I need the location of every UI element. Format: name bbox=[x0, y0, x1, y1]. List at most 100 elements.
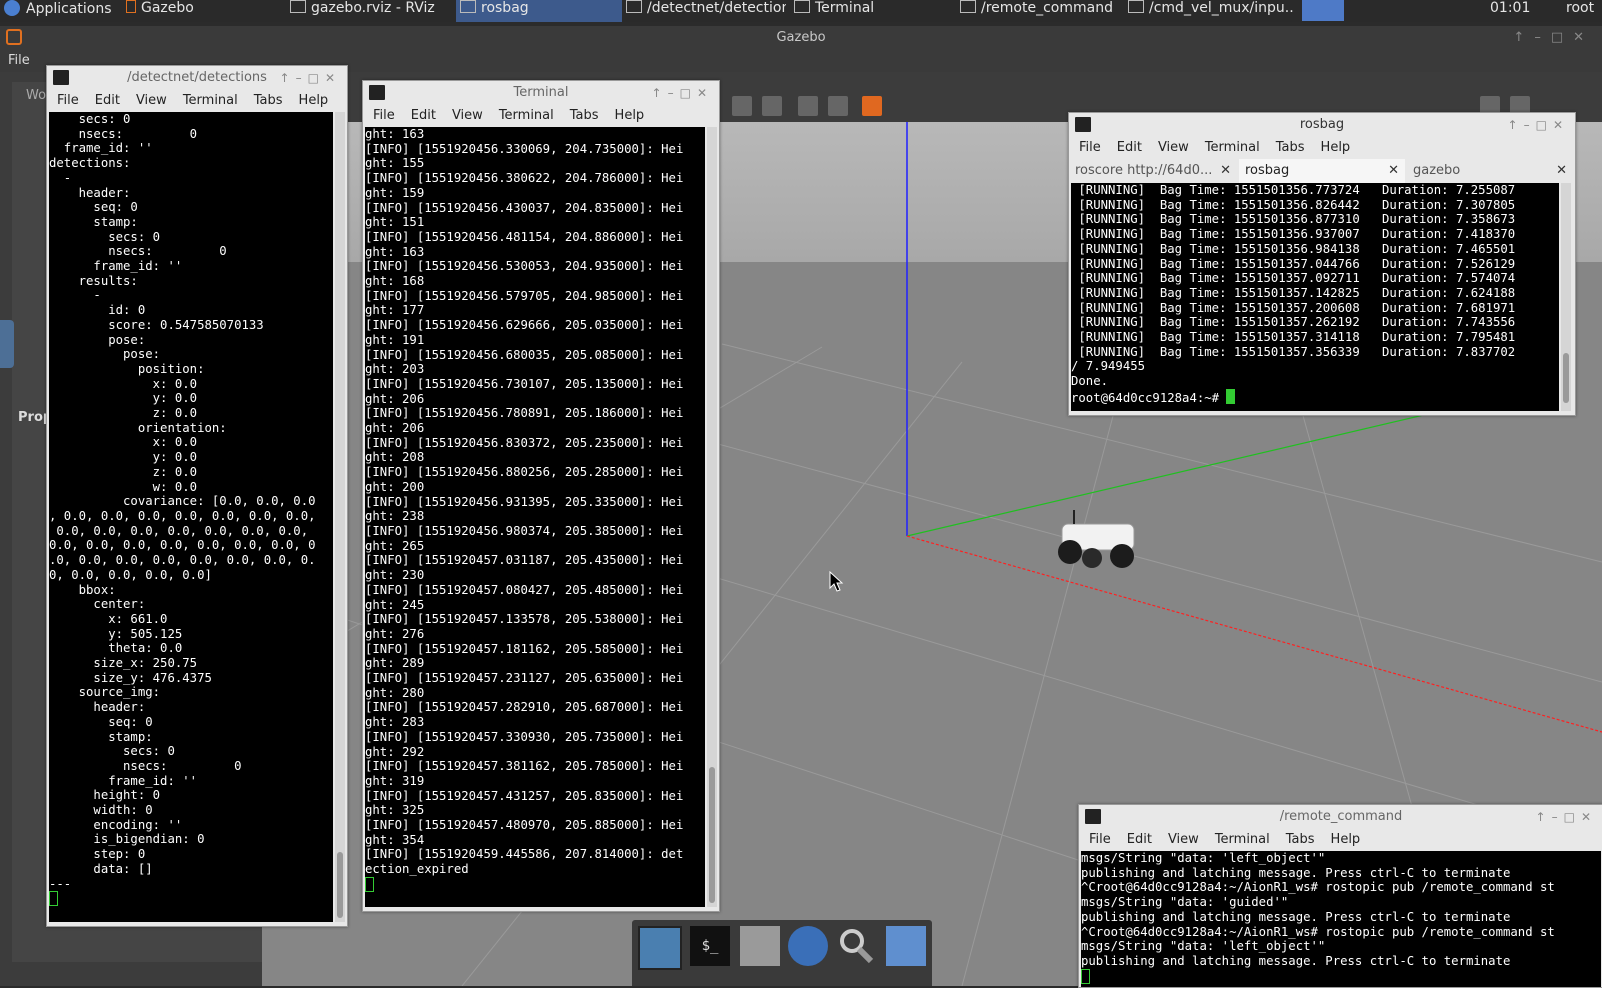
terminal-line: [INFO] [1551920457.080427, 205.485000]: … bbox=[365, 582, 684, 597]
workspace-switcher[interactable] bbox=[1302, 0, 1344, 21]
tab-rosbag[interactable]: rosbag ✕ bbox=[1239, 159, 1405, 183]
snap-icon[interactable] bbox=[828, 96, 848, 116]
menu-view[interactable]: View bbox=[452, 108, 483, 123]
menu-view[interactable]: View bbox=[136, 93, 167, 108]
menu-tabs[interactable]: Tabs bbox=[1286, 832, 1315, 847]
menu-edit[interactable]: Edit bbox=[1127, 832, 1152, 847]
window-controls[interactable]: ↑–□✕ bbox=[652, 81, 713, 105]
applications-menu[interactable]: Applications bbox=[4, 0, 114, 22]
menu-tabs[interactable]: Tabs bbox=[1276, 140, 1305, 155]
paste-icon[interactable] bbox=[762, 96, 782, 116]
close-icon[interactable]: ✕ bbox=[1220, 159, 1231, 183]
task-label: /cmd_vel_mux/inpu... bbox=[1149, 0, 1294, 16]
task-terminal[interactable]: Terminal bbox=[794, 0, 944, 22]
task-remote-command[interactable]: /remote_command bbox=[960, 0, 1120, 22]
menu-help[interactable]: Help bbox=[615, 108, 645, 123]
folder-icon[interactable] bbox=[886, 926, 926, 966]
menu-help[interactable]: Help bbox=[299, 93, 329, 108]
rviz-icon bbox=[290, 0, 306, 13]
show-desktop-icon[interactable] bbox=[638, 926, 682, 970]
menu-file[interactable]: File bbox=[1079, 140, 1101, 155]
window-controls[interactable]: ↑–□✕ bbox=[1508, 113, 1569, 137]
terminal-line: detections: bbox=[49, 156, 131, 171]
terminal-line: ght: 280 bbox=[365, 685, 425, 700]
terminal-icon bbox=[626, 0, 642, 13]
view-angle-icon[interactable] bbox=[862, 96, 882, 116]
terminal-line: ght: 177 bbox=[365, 303, 425, 318]
terminal-scrollbar[interactable] bbox=[707, 127, 717, 907]
terminal-line: ght: 245 bbox=[365, 597, 425, 612]
task-label: /remote_command bbox=[981, 0, 1113, 16]
menu-terminal[interactable]: Terminal bbox=[183, 93, 238, 108]
menu-view[interactable]: View bbox=[1158, 140, 1189, 155]
terminal-line: stamp: bbox=[49, 729, 153, 744]
detections-output[interactable]: secs: 0 nsecs: 0 frame_id: '' detections:… bbox=[49, 112, 333, 922]
terminal-line: [INFO] [1551920456.530053, 204.935000]: … bbox=[365, 259, 684, 274]
task-rosbag[interactable]: rosbag bbox=[456, 0, 622, 22]
terminal-line: x: 661.0 bbox=[49, 611, 168, 626]
menu-file[interactable]: File bbox=[8, 53, 30, 68]
terminal-line: 0.0, 0.0, 0.0, 0.0, 0.0, 0.0, 0.0, 0 bbox=[49, 538, 316, 553]
menu-help[interactable]: Help bbox=[1321, 140, 1351, 155]
task-gazebo[interactable]: Gazebo bbox=[126, 0, 276, 22]
menu-terminal[interactable]: Terminal bbox=[499, 108, 554, 123]
align-icon[interactable] bbox=[798, 96, 818, 116]
tab-roscore[interactable]: roscore http://64d0... ✕ bbox=[1069, 159, 1237, 183]
menu-edit[interactable]: Edit bbox=[1117, 140, 1142, 155]
menu-help[interactable]: Help bbox=[1331, 832, 1361, 847]
detections-scrollbar[interactable] bbox=[335, 112, 345, 922]
remote-command-output[interactable]: msgs/String "data: 'left_object'" publish… bbox=[1081, 851, 1601, 987]
menu-terminal[interactable]: Terminal bbox=[1205, 140, 1260, 155]
terminal-line: [INFO] [1551920457.282910, 205.687000]: … bbox=[365, 700, 684, 715]
terminal-line: position: bbox=[49, 361, 205, 376]
terminal-line: covariance: [0.0, 0.0, 0.0 bbox=[49, 494, 316, 509]
applications-label: Applications bbox=[26, 1, 112, 17]
tab-label: rosbag bbox=[1245, 163, 1290, 178]
window-controls[interactable]: ↑–□✕ bbox=[1536, 805, 1597, 829]
terminal-line: [INFO] [1551920459.445586, 207.814000]: … bbox=[365, 847, 684, 862]
menu-file[interactable]: File bbox=[373, 108, 395, 123]
terminal-line: [INFO] [1551920457.133578, 205.538000]: … bbox=[365, 612, 684, 627]
terminal-line: [INFO] [1551920456.430037, 204.835000]: … bbox=[365, 200, 684, 215]
menu-terminal[interactable]: Terminal bbox=[1215, 832, 1270, 847]
web-browser-icon[interactable] bbox=[788, 926, 828, 966]
user-menu[interactable]: root bbox=[1566, 0, 1602, 22]
task-cmd-vel[interactable]: /cmd_vel_mux/inpu... bbox=[1128, 0, 1294, 22]
terminal-line: source_img: bbox=[49, 685, 161, 700]
menu-view[interactable]: View bbox=[1168, 832, 1199, 847]
terminal-line: x: 0.0 bbox=[49, 376, 198, 391]
scrollbar-thumb[interactable] bbox=[709, 767, 715, 903]
close-icon[interactable]: ✕ bbox=[1556, 159, 1567, 183]
close-icon[interactable]: ✕ bbox=[1388, 159, 1399, 183]
task-rviz[interactable]: gazebo.rviz - RViz bbox=[290, 0, 450, 22]
home-folder-icon[interactable] bbox=[740, 926, 780, 966]
terminal-line: --- bbox=[49, 876, 72, 891]
window-controls[interactable]: ↑–□✕ bbox=[280, 66, 341, 90]
cursor-line bbox=[1081, 968, 1601, 986]
terminal-output[interactable]: ght: 163 [INFO] [1551920456.330069, 204.7… bbox=[365, 127, 705, 907]
scrollbar-thumb[interactable] bbox=[337, 852, 343, 918]
scrollbar-thumb[interactable] bbox=[1563, 353, 1569, 403]
menu-edit[interactable]: Edit bbox=[95, 93, 120, 108]
task-label: Terminal bbox=[815, 0, 875, 16]
remote-command-window: /remote_command ↑–□✕ File Edit View Terminal… bbox=[1078, 804, 1602, 988]
menu-file[interactable]: File bbox=[1089, 832, 1111, 847]
rosbag-scrollbar[interactable] bbox=[1561, 183, 1571, 411]
terminal-line: score: 0.547585070133 bbox=[49, 317, 264, 332]
search-icon[interactable] bbox=[836, 926, 876, 966]
menu-tabs[interactable]: Tabs bbox=[570, 108, 599, 123]
menu-tabs[interactable]: Tabs bbox=[254, 93, 283, 108]
menu-edit[interactable]: Edit bbox=[411, 108, 436, 123]
tab-gazebo[interactable]: gazebo ✕ bbox=[1407, 159, 1573, 183]
world-tab[interactable]: Wo bbox=[26, 88, 46, 103]
menu-file[interactable]: File bbox=[57, 93, 79, 108]
detections-window: /detectnet/detections ↑–□✕ File Edit View Te… bbox=[46, 65, 348, 927]
left-panel-handle[interactable] bbox=[0, 320, 14, 368]
terminal-launcher-icon[interactable]: $_ bbox=[690, 926, 730, 966]
window-title: /detectnet/detections bbox=[127, 70, 267, 85]
rosbag-output[interactable]: [RUNNING] Bag Time: 1551501356.773724 Du… bbox=[1071, 183, 1559, 411]
window-controls[interactable]: ↑–□✕ bbox=[1513, 26, 1594, 50]
task-detections[interactable]: /detectnet/detections bbox=[626, 0, 786, 22]
copy-icon[interactable] bbox=[732, 96, 752, 116]
terminal-line: [INFO] [1551920456.730107, 205.135000]: … bbox=[365, 376, 684, 391]
